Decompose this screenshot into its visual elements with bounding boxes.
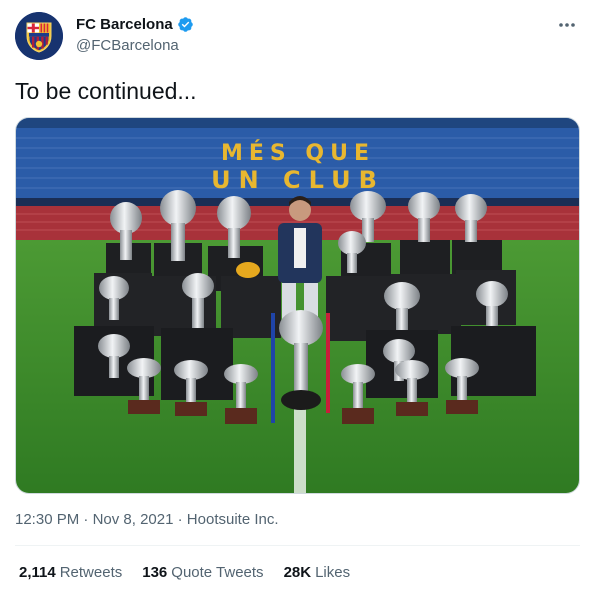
name-row: FC Barcelona <box>76 16 194 33</box>
tweet-photo[interactable]: MÉS QUE UN CLUB <box>15 117 580 494</box>
divider <box>15 545 580 546</box>
retweets-label: Retweets <box>59 564 123 581</box>
more-options-icon[interactable] <box>556 14 578 36</box>
likes-count: 28K <box>283 564 312 581</box>
quote-tweets-stat[interactable]: 136 Quote Tweets <box>142 564 263 581</box>
tweet-text: To be continued... <box>15 78 197 104</box>
account-handle[interactable]: @FCBarcelona <box>76 37 179 54</box>
separator: · <box>173 511 187 528</box>
slogan-top: MÉS QUE <box>221 140 375 166</box>
avatar[interactable] <box>15 12 63 60</box>
fc-barcelona-crest-icon <box>15 12 63 60</box>
tweet-header: FC Barcelona @FCBarcelona <box>15 12 580 62</box>
display-name[interactable]: FC Barcelona <box>76 16 173 33</box>
engagement-stats: 2,114 Retweets 136 Quote Tweets 28K Like… <box>19 564 370 581</box>
retweets-count: 2,114 <box>19 564 56 581</box>
quote-tweets-label: Quote Tweets <box>171 564 264 581</box>
verified-badge-icon <box>177 16 194 33</box>
slogan-bottom: UN CLUB <box>211 166 385 194</box>
tweet-date[interactable]: Nov 8, 2021 <box>93 511 174 528</box>
tweet-source[interactable]: Hootsuite Inc. <box>187 511 279 528</box>
trophies-stadium-photo: MÉS QUE UN CLUB <box>16 118 579 493</box>
likes-stat[interactable]: 28K Likes <box>284 564 351 581</box>
separator: · <box>79 511 93 528</box>
tweet-timestamp: 12:30 PM · Nov 8, 2021 · Hootsuite Inc. <box>15 511 279 528</box>
quote-tweets-count: 136 <box>142 564 168 581</box>
retweets-stat[interactable]: 2,114 Retweets <box>19 564 122 581</box>
likes-label: Likes <box>315 564 351 581</box>
tweet-time[interactable]: 12:30 PM <box>15 511 79 528</box>
